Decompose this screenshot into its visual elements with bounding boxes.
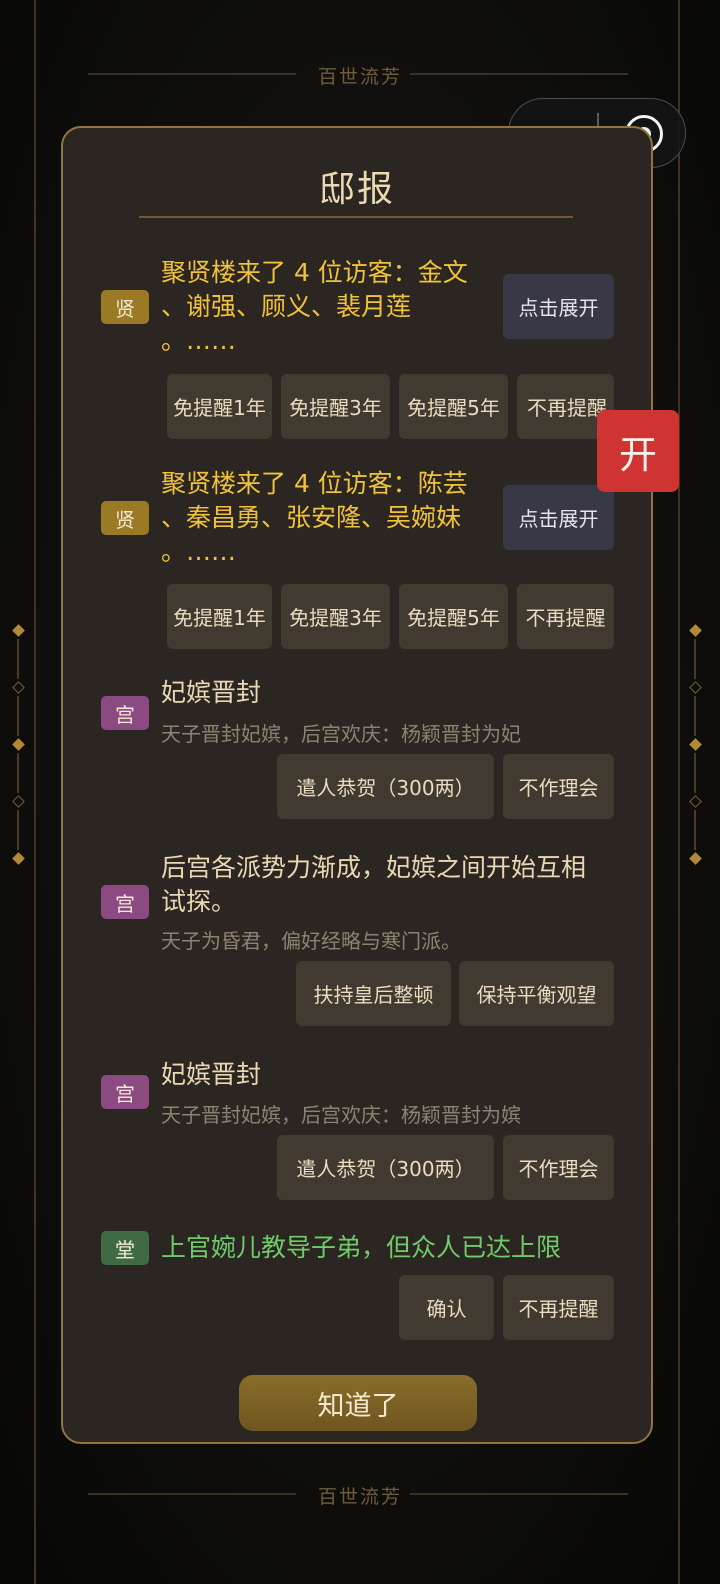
harem-message-text: 后宫各派势力渐成，妃嫔之间开始互相 试探。 bbox=[161, 853, 587, 916]
never-remind-button[interactable]: 不再提醒 bbox=[503, 1275, 614, 1340]
title-divider bbox=[139, 216, 573, 218]
teaching-message-text: 上官婉儿教导子弟，但众人已达上限 bbox=[161, 1233, 562, 1262]
message-title: 妃嫔晋封 bbox=[161, 1060, 262, 1089]
snooze-3-year-button[interactable]: 免提醒3年 bbox=[281, 584, 390, 649]
gazette-dialog: 邸报 贤 聚贤楼来了 4 位访客：金文 、谢强、顾义、裴月莲 。…… 点击展开 … bbox=[61, 126, 653, 1444]
congratulate-button[interactable]: 遣人恭贺（300两） bbox=[277, 1135, 494, 1200]
right-frame-line bbox=[678, 0, 680, 1584]
visitor-message-text: 聚贤楼来了 4 位访客：陈芸 、秦昌勇、张安隆、吴婉妹 。…… bbox=[161, 469, 468, 566]
congratulate-button[interactable]: 遣人恭贺（300两） bbox=[277, 754, 494, 819]
acknowledge-button[interactable]: 知道了 bbox=[239, 1375, 477, 1431]
ignore-button[interactable]: 不作理会 bbox=[503, 754, 614, 819]
tag-badge-xian: 贤 bbox=[101, 290, 149, 324]
expand-button[interactable]: 点击展开 bbox=[503, 485, 614, 550]
snooze-5-year-button[interactable]: 免提醒5年 bbox=[399, 584, 508, 649]
confirm-button[interactable]: 确认 bbox=[399, 1275, 494, 1340]
background-bottom-title: 百世流芳 bbox=[317, 1486, 402, 1508]
snooze-1-year-button[interactable]: 免提醒1年 bbox=[167, 374, 272, 439]
snooze-3-year-button[interactable]: 免提醒3年 bbox=[281, 374, 390, 439]
tag-badge-gong: 宫 bbox=[101, 1075, 149, 1109]
message-subtitle: 天子晋封妃嫔，后宫欢庆：杨颖晋封为嫔 bbox=[161, 1103, 521, 1127]
snooze-1-year-button[interactable]: 免提醒1年 bbox=[167, 584, 272, 649]
dialog-title: 邸报 bbox=[318, 169, 395, 210]
snooze-5-year-button[interactable]: 免提醒5年 bbox=[399, 374, 508, 439]
message-subtitle: 天子为昏君，偏好经略与寒门派。 bbox=[161, 929, 461, 953]
tag-badge-gong: 宫 bbox=[101, 696, 149, 730]
background-top-title: 百世流芳 bbox=[317, 66, 402, 88]
support-empress-button[interactable]: 扶持皇后整顿 bbox=[296, 961, 451, 1026]
right-side-ornament bbox=[688, 624, 702, 865]
expand-button[interactable]: 点击展开 bbox=[503, 274, 614, 339]
tag-badge-xian: 贤 bbox=[101, 501, 149, 535]
tag-badge-gong: 宫 bbox=[101, 885, 149, 919]
message-title: 妃嫔晋封 bbox=[161, 678, 262, 707]
never-remind-button[interactable]: 不再提醒 bbox=[517, 584, 614, 649]
ignore-button[interactable]: 不作理会 bbox=[503, 1135, 614, 1200]
left-side-ornament bbox=[11, 624, 25, 865]
left-frame-line bbox=[34, 0, 36, 1584]
keep-balance-button[interactable]: 保持平衡观望 bbox=[459, 961, 614, 1026]
message-subtitle: 天子晋封妃嫔，后宫欢庆：杨颖晋封为妃 bbox=[161, 722, 521, 746]
tag-badge-tang: 堂 bbox=[101, 1231, 149, 1265]
visitor-message-text: 聚贤楼来了 4 位访客：金文 、谢强、顾义、裴月莲 。…… bbox=[161, 258, 468, 355]
open-button[interactable]: 开 bbox=[597, 410, 679, 492]
